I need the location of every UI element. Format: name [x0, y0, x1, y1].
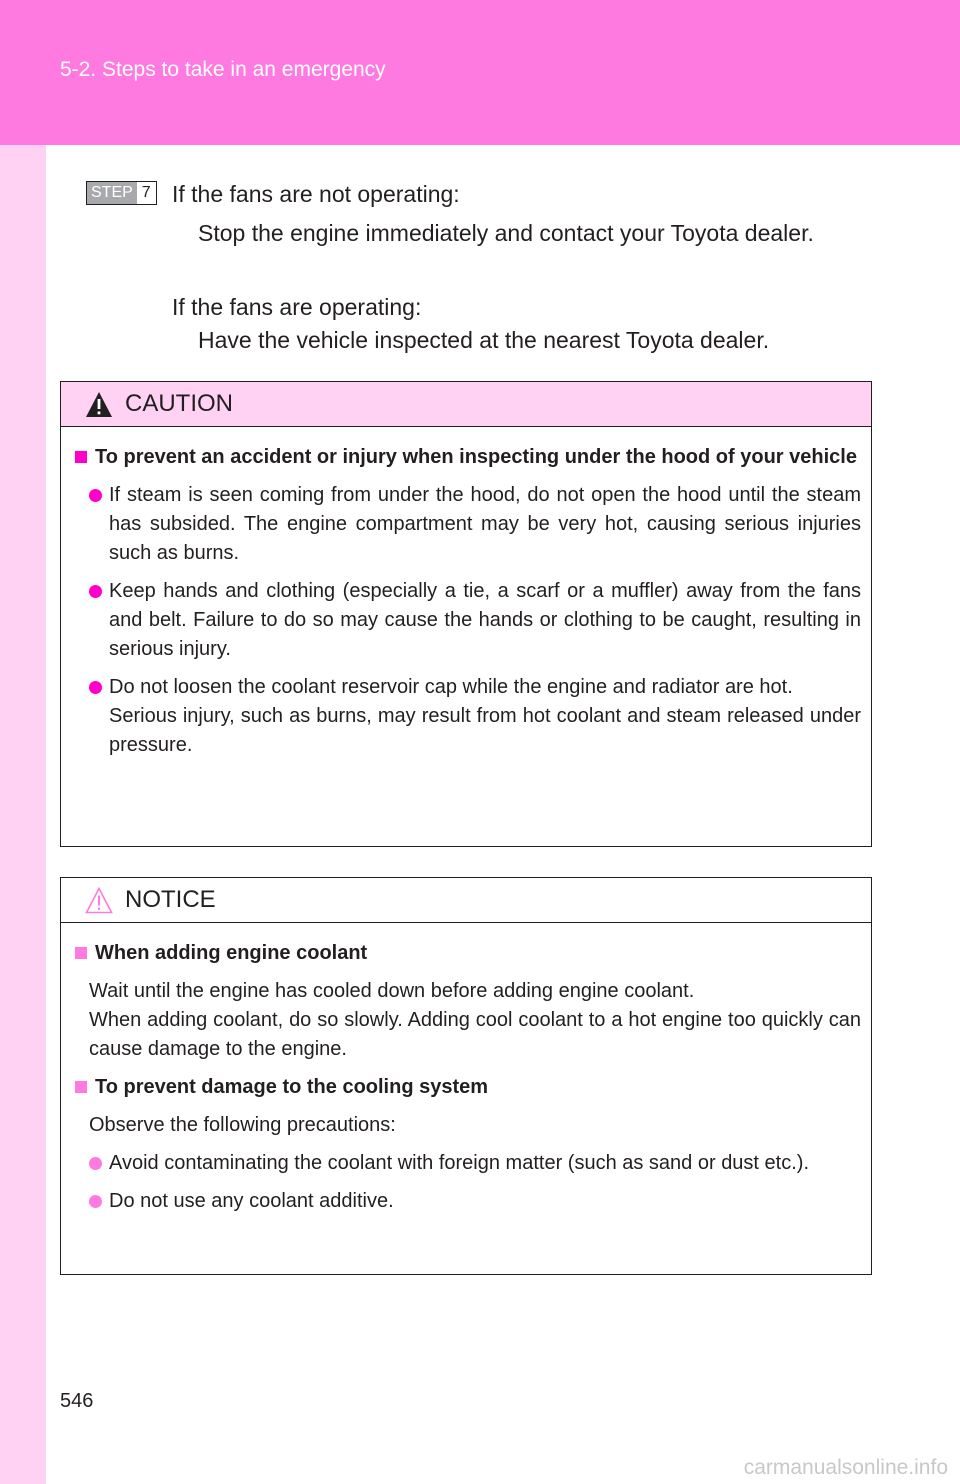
round-bullet-icon	[89, 681, 102, 694]
caution-bullet-continued: Serious injury, such as burns, may resul…	[109, 705, 861, 756]
caution-title: CAUTION	[125, 390, 233, 417]
notice-bullet: Do not use any coolant additive.	[89, 1187, 861, 1216]
notice-bullet-text: Avoid contaminating the coolant with for…	[109, 1152, 809, 1174]
step-action-operating: Have the vehicle inspected at the neares…	[198, 327, 770, 353]
square-bullet-icon	[75, 947, 87, 959]
square-bullet-icon	[75, 451, 87, 463]
square-bullet-icon	[75, 1081, 87, 1093]
caution-heading-text: To prevent an accident or injury when in…	[95, 446, 857, 468]
notice-body: When adding engine coolant Wait until th…	[61, 923, 871, 1236]
step-badge: STEP 7	[86, 181, 157, 205]
notice-box: NOTICE When adding engine coolant Wait u…	[60, 877, 872, 1275]
notice-section-heading: To prevent damage to the cooling system	[75, 1073, 861, 1102]
page-number: 546	[60, 1390, 94, 1412]
round-bullet-icon	[89, 1195, 102, 1208]
notice-bullet-text: Do not use any coolant additive.	[109, 1190, 394, 1212]
notice-bullet: Avoid contaminating the coolant with for…	[89, 1149, 861, 1178]
page-side-band	[0, 0, 46, 1484]
notice-section-heading-text: When adding engine coolant	[95, 942, 368, 964]
notice-section-heading: When adding engine coolant	[75, 939, 861, 968]
caution-bullet: Keep hands and clothing (especially a ti…	[89, 577, 861, 664]
step-badge-wrap: STEP 7	[86, 181, 157, 205]
warning-triangle-icon	[86, 392, 112, 417]
caution-header: CAUTION	[61, 382, 871, 427]
step-condition-operating: If the fans are operating:	[172, 294, 422, 320]
caution-bullet-text: Do not loosen the coolant reservoir cap …	[109, 676, 793, 698]
notice-section-heading-text: To prevent damage to the cooling system	[95, 1076, 489, 1098]
step-condition-not-operating: If the fans are not operating:	[172, 181, 460, 207]
caution-bullet-text-wrap: Do not loosen the coolant reservoir cap …	[109, 673, 861, 760]
step-badge-label: STEP	[87, 182, 137, 204]
caution-box: CAUTION To prevent an accident or injury…	[60, 381, 872, 847]
caution-bullet-text: If steam is seen coming from under the h…	[109, 484, 861, 564]
caution-bullet-text: Keep hands and clothing (especially a ti…	[109, 580, 861, 660]
caution-body: To prevent an accident or injury when in…	[61, 427, 871, 780]
warning-triangle-outline-icon	[85, 887, 113, 914]
round-bullet-icon	[89, 489, 102, 502]
notice-header: NOTICE	[61, 878, 871, 923]
step-action-not-operating: Stop the engine immediately and contact …	[198, 220, 814, 246]
step-badge-number: 7	[141, 184, 151, 201]
caution-heading: To prevent an accident or injury when in…	[75, 443, 861, 472]
notice-text: Wait until the engine has cooled down be…	[89, 980, 695, 1002]
round-bullet-icon	[89, 1157, 102, 1170]
watermark: carmanualsonline.info	[743, 1456, 948, 1479]
notice-text: When adding coolant, do so slowly. Addin…	[89, 1009, 861, 1060]
page-header: 5-2. Steps to take in an emergency	[0, 0, 960, 145]
round-bullet-icon	[89, 585, 102, 598]
notice-text: Observe the following precautions:	[89, 1114, 396, 1136]
page-content: STEP 7 If the fans are not operating: St…	[46, 145, 960, 1484]
caution-bullet: Do not loosen the coolant reservoir cap …	[89, 673, 861, 760]
section-title: 5-2. Steps to take in an emergency	[60, 58, 386, 81]
notice-title: NOTICE	[125, 886, 216, 913]
caution-bullet: If steam is seen coming from under the h…	[89, 481, 861, 568]
